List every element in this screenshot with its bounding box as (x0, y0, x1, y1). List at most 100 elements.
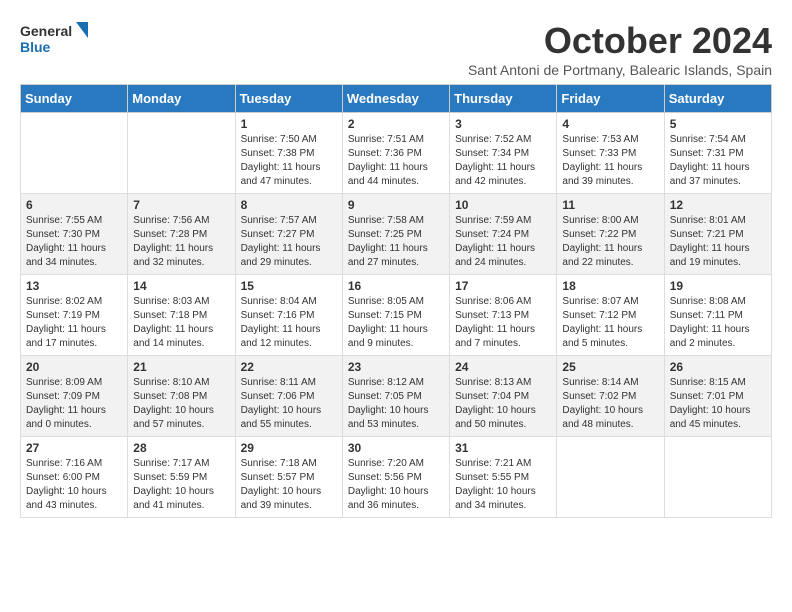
day-info: Sunrise: 8:12 AM Sunset: 7:05 PM Dayligh… (348, 376, 444, 432)
day-info: Sunrise: 8:14 AM Sunset: 7:02 PM Dayligh… (562, 376, 658, 432)
logo: General Blue (20, 20, 90, 60)
day-info: Sunrise: 8:09 AM Sunset: 7:09 PM Dayligh… (26, 376, 122, 432)
day-info: Sunrise: 7:16 AM Sunset: 6:00 PM Dayligh… (26, 457, 122, 513)
calendar-cell (664, 437, 771, 518)
day-number: 4 (562, 117, 658, 131)
day-info: Sunrise: 7:50 AM Sunset: 7:38 PM Dayligh… (241, 133, 337, 189)
calendar-cell (21, 113, 128, 194)
calendar-cell: 13 Sunrise: 8:02 AM Sunset: 7:19 PM Dayli… (21, 275, 128, 356)
page-header: General Blue October 2024 Sant Antoni de… (20, 20, 772, 78)
calendar-cell: 19Sunrise: 8:08 AM Sunset: 7:11 PM Dayli… (664, 275, 771, 356)
day-info: Sunrise: 8:02 AM Sunset: 7:19 PM Dayligh… (26, 295, 122, 351)
calendar-cell: 27 Sunrise: 7:16 AM Sunset: 6:00 PM Dayli… (21, 437, 128, 518)
day-info: Sunrise: 8:04 AM Sunset: 7:16 PM Dayligh… (241, 295, 337, 351)
day-info: Sunrise: 7:55 AM Sunset: 7:30 PM Dayligh… (26, 214, 122, 270)
day-number: 9 (348, 198, 444, 212)
day-number: 8 (241, 198, 337, 212)
day-number: 20 (26, 360, 122, 374)
day-number: 1 (241, 117, 337, 131)
calendar-cell: 26 Sunrise: 8:15 AM Sunset: 7:01 PM Dayli… (664, 356, 771, 437)
calendar-cell (557, 437, 664, 518)
calendar-cell: 5 Sunrise: 7:54 AM Sunset: 7:31 PM Daylig… (664, 113, 771, 194)
day-number: 29 (241, 441, 337, 455)
weekday-header-wednesday: Wednesday (342, 85, 449, 113)
day-number: 15 (241, 279, 337, 293)
weekday-header-thursday: Thursday (450, 85, 557, 113)
calendar-cell: 2Sunrise: 7:51 AM Sunset: 7:36 PM Daylig… (342, 113, 449, 194)
week-row-4: 20 Sunrise: 8:09 AM Sunset: 7:09 PM Dayli… (21, 356, 772, 437)
day-info: Sunrise: 7:57 AM Sunset: 7:27 PM Dayligh… (241, 214, 337, 270)
location-subtitle: Sant Antoni de Portmany, Balearic Island… (468, 62, 772, 78)
day-number: 14 (133, 279, 229, 293)
day-info: Sunrise: 7:59 AM Sunset: 7:24 PM Dayligh… (455, 214, 551, 270)
calendar-table: SundayMondayTuesdayWednesdayThursdayFrid… (20, 84, 772, 518)
calendar-cell: 7Sunrise: 7:56 AM Sunset: 7:28 PM Daylig… (128, 194, 235, 275)
day-number: 31 (455, 441, 551, 455)
calendar-cell: 20 Sunrise: 8:09 AM Sunset: 7:09 PM Dayli… (21, 356, 128, 437)
day-number: 21 (133, 360, 229, 374)
week-row-2: 6 Sunrise: 7:55 AM Sunset: 7:30 PM Daylig… (21, 194, 772, 275)
day-number: 17 (455, 279, 551, 293)
day-number: 7 (133, 198, 229, 212)
week-row-5: 27 Sunrise: 7:16 AM Sunset: 6:00 PM Dayli… (21, 437, 772, 518)
day-number: 30 (348, 441, 444, 455)
svg-text:Blue: Blue (20, 39, 51, 55)
day-number: 26 (670, 360, 766, 374)
calendar-cell: 21 Sunrise: 8:10 AM Sunset: 7:08 PM Dayli… (128, 356, 235, 437)
calendar-cell: 15 Sunrise: 8:04 AM Sunset: 7:16 PM Dayli… (235, 275, 342, 356)
day-number: 27 (26, 441, 122, 455)
day-number: 6 (26, 198, 122, 212)
calendar-cell: 28Sunrise: 7:17 AM Sunset: 5:59 PM Dayli… (128, 437, 235, 518)
day-info: Sunrise: 8:06 AM Sunset: 7:13 PM Dayligh… (455, 295, 551, 351)
day-number: 23 (348, 360, 444, 374)
day-info: Sunrise: 7:20 AM Sunset: 5:56 PM Dayligh… (348, 457, 444, 513)
calendar-cell: 14 Sunrise: 8:03 AM Sunset: 7:18 PM Dayli… (128, 275, 235, 356)
day-number: 28 (133, 441, 229, 455)
day-number: 3 (455, 117, 551, 131)
day-info: Sunrise: 8:05 AM Sunset: 7:15 PM Dayligh… (348, 295, 444, 351)
day-number: 16 (348, 279, 444, 293)
calendar-cell: 18 Sunrise: 8:07 AM Sunset: 7:12 PM Dayli… (557, 275, 664, 356)
calendar-cell: 1 Sunrise: 7:50 AM Sunset: 7:38 PM Daylig… (235, 113, 342, 194)
calendar-cell: 6 Sunrise: 7:55 AM Sunset: 7:30 PM Daylig… (21, 194, 128, 275)
day-info: Sunrise: 8:07 AM Sunset: 7:12 PM Dayligh… (562, 295, 658, 351)
day-info: Sunrise: 7:54 AM Sunset: 7:31 PM Dayligh… (670, 133, 766, 189)
day-info: Sunrise: 8:15 AM Sunset: 7:01 PM Dayligh… (670, 376, 766, 432)
weekday-header-tuesday: Tuesday (235, 85, 342, 113)
day-number: 10 (455, 198, 551, 212)
day-number: 2 (348, 117, 444, 131)
svg-text:General: General (20, 23, 72, 39)
calendar-cell: 3Sunrise: 7:52 AM Sunset: 7:34 PM Daylig… (450, 113, 557, 194)
weekday-header-sunday: Sunday (21, 85, 128, 113)
calendar-cell (128, 113, 235, 194)
calendar-cell: 30 Sunrise: 7:20 AM Sunset: 5:56 PM Dayli… (342, 437, 449, 518)
day-number: 13 (26, 279, 122, 293)
calendar-cell: 31 Sunrise: 7:21 AM Sunset: 5:55 PM Dayli… (450, 437, 557, 518)
day-info: Sunrise: 8:10 AM Sunset: 7:08 PM Dayligh… (133, 376, 229, 432)
logo-svg: General Blue (20, 20, 90, 60)
day-number: 18 (562, 279, 658, 293)
day-number: 25 (562, 360, 658, 374)
calendar-cell: 22Sunrise: 8:11 AM Sunset: 7:06 PM Dayli… (235, 356, 342, 437)
day-info: Sunrise: 7:21 AM Sunset: 5:55 PM Dayligh… (455, 457, 551, 513)
day-number: 5 (670, 117, 766, 131)
weekday-header-saturday: Saturday (664, 85, 771, 113)
week-row-3: 13 Sunrise: 8:02 AM Sunset: 7:19 PM Dayli… (21, 275, 772, 356)
day-number: 24 (455, 360, 551, 374)
day-info: Sunrise: 8:13 AM Sunset: 7:04 PM Dayligh… (455, 376, 551, 432)
calendar-cell: 25 Sunrise: 8:14 AM Sunset: 7:02 PM Dayli… (557, 356, 664, 437)
title-block: October 2024 Sant Antoni de Portmany, Ba… (468, 20, 772, 78)
month-title: October 2024 (468, 20, 772, 62)
calendar-cell: 8 Sunrise: 7:57 AM Sunset: 7:27 PM Daylig… (235, 194, 342, 275)
weekday-header-row: SundayMondayTuesdayWednesdayThursdayFrid… (21, 85, 772, 113)
day-info: Sunrise: 8:03 AM Sunset: 7:18 PM Dayligh… (133, 295, 229, 351)
calendar-cell: 24 Sunrise: 8:13 AM Sunset: 7:04 PM Dayli… (450, 356, 557, 437)
day-info: Sunrise: 8:11 AM Sunset: 7:06 PM Dayligh… (241, 376, 337, 432)
calendar-cell: 4Sunrise: 7:53 AM Sunset: 7:33 PM Daylig… (557, 113, 664, 194)
calendar-cell: 29Sunrise: 7:18 AM Sunset: 5:57 PM Dayli… (235, 437, 342, 518)
day-info: Sunrise: 7:58 AM Sunset: 7:25 PM Dayligh… (348, 214, 444, 270)
day-info: Sunrise: 8:01 AM Sunset: 7:21 PM Dayligh… (670, 214, 766, 270)
calendar-cell: 11Sunrise: 8:00 AM Sunset: 7:22 PM Dayli… (557, 194, 664, 275)
week-row-1: 1 Sunrise: 7:50 AM Sunset: 7:38 PM Daylig… (21, 113, 772, 194)
calendar-cell: 10 Sunrise: 7:59 AM Sunset: 7:24 PM Dayli… (450, 194, 557, 275)
